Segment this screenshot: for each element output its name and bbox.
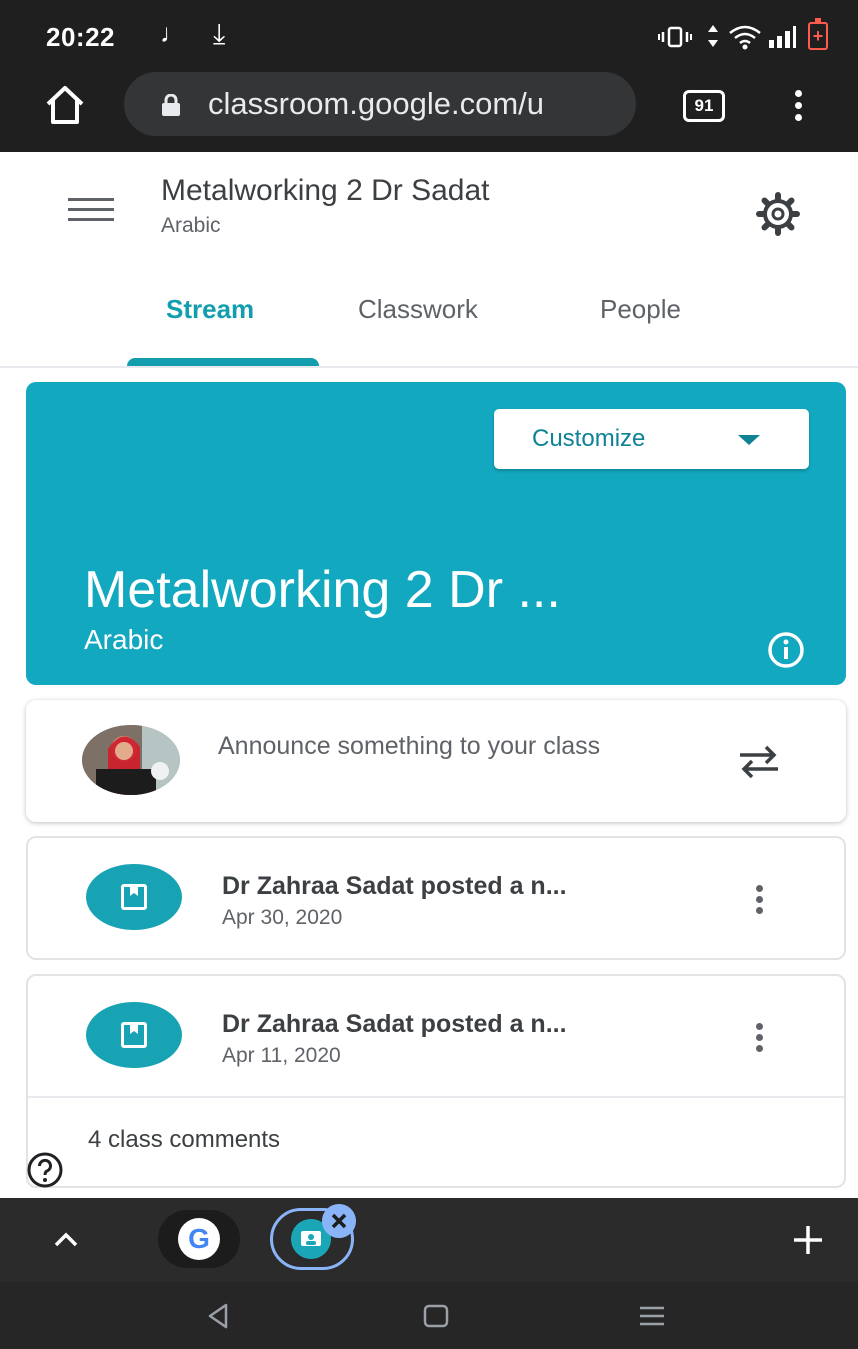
back-icon[interactable] xyxy=(204,1302,232,1330)
tab-classwork[interactable]: Classwork xyxy=(358,294,478,325)
new-tab-icon[interactable] xyxy=(790,1222,826,1258)
divider xyxy=(28,1096,844,1098)
browser-toolbar: classroom.google.com/u 91 xyxy=(0,72,858,152)
recents-icon[interactable] xyxy=(638,1302,666,1330)
avatar xyxy=(82,725,180,795)
stream-post[interactable]: Dr Zahraa Sadat posted a n... Apr 30, 20… xyxy=(26,836,846,960)
dropdown-caret-icon xyxy=(738,435,760,445)
tab-google[interactable]: G xyxy=(158,1210,240,1268)
google-logo-icon: G xyxy=(178,1218,220,1260)
post-more-icon[interactable] xyxy=(748,882,772,918)
book-icon xyxy=(121,1022,147,1048)
tab-stream[interactable]: Stream xyxy=(166,294,254,325)
class-tabs: Stream Classwork People xyxy=(0,268,858,368)
post-date: Apr 30, 2020 xyxy=(222,906,343,929)
stream-post[interactable]: Dr Zahraa Sadat posted a n... Apr 11, 20… xyxy=(26,974,846,1188)
banner-subtitle: Arabic xyxy=(84,624,164,655)
announce-box[interactable]: Announce something to your class xyxy=(26,700,846,822)
active-tab-indicator xyxy=(127,358,319,366)
gear-icon[interactable] xyxy=(750,186,806,242)
data-transfer-icon xyxy=(708,25,718,47)
banner-title: Metalworking 2 Dr ... xyxy=(84,561,561,619)
signal-icon xyxy=(769,26,796,48)
page-subtitle: Arabic xyxy=(161,214,221,237)
page-title: Metalworking 2 Dr Sadat xyxy=(161,174,490,207)
tab-switcher-button[interactable]: 91 xyxy=(683,90,725,122)
status-bar: 20:22 ♩ ⤓ + xyxy=(0,0,858,72)
music-note-icon: ♩ xyxy=(160,18,186,48)
book-icon xyxy=(121,884,147,910)
tab-people[interactable]: People xyxy=(600,294,681,325)
vibrate-icon xyxy=(658,26,692,48)
address-bar[interactable]: classroom.google.com/u xyxy=(124,72,636,136)
info-icon[interactable] xyxy=(766,630,806,670)
class-banner: Customize Metalworking 2 Dr ... Arabic xyxy=(26,382,846,685)
download-icon: ⤓ xyxy=(213,18,226,49)
post-more-icon[interactable] xyxy=(748,1020,772,1056)
home-icon[interactable] xyxy=(40,80,90,130)
app-header: Metalworking 2 Dr Sadat Arabic xyxy=(0,152,858,268)
announce-placeholder: Announce something to your class xyxy=(218,732,601,760)
screen: 20:22 ♩ ⤓ + classroom.google.com/u 91 Me… xyxy=(0,0,858,1349)
battery-low-icon: + xyxy=(808,18,828,50)
material-icon xyxy=(86,864,182,930)
wifi-icon xyxy=(729,25,761,50)
repost-icon[interactable] xyxy=(736,742,782,782)
material-icon xyxy=(86,1002,182,1068)
browser-tab-strip: G xyxy=(0,1198,858,1282)
post-date: Apr 11, 2020 xyxy=(222,1044,341,1067)
customize-label: Customize xyxy=(532,425,646,452)
post-title: Dr Zahraa Sadat posted a n... xyxy=(222,1010,567,1038)
customize-button[interactable]: Customize xyxy=(494,409,809,469)
status-time: 20:22 xyxy=(46,22,115,52)
lock-icon xyxy=(162,94,180,116)
url-text: classroom.google.com/u xyxy=(208,86,544,121)
post-title: Dr Zahraa Sadat posted a n... xyxy=(222,872,567,900)
home-nav-icon[interactable] xyxy=(422,1302,450,1330)
hamburger-menu-icon[interactable] xyxy=(68,192,116,232)
class-comments-link[interactable]: 4 class comments xyxy=(88,1126,280,1154)
close-tab-icon[interactable] xyxy=(322,1204,356,1238)
chevron-up-icon[interactable] xyxy=(52,1226,80,1254)
browser-menu-icon[interactable] xyxy=(780,84,816,128)
help-icon[interactable] xyxy=(27,1152,63,1188)
system-nav-bar xyxy=(0,1282,858,1349)
